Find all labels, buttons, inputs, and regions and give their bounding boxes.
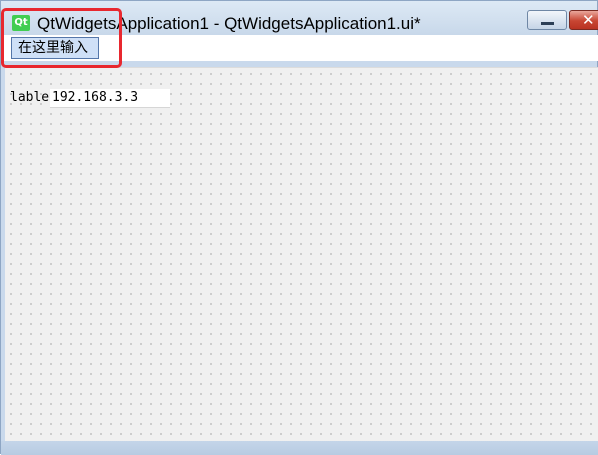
form-canvas[interactable]: lable 192.168.3.3 [5,67,598,441]
ip-address-input[interactable]: 192.168.3.3 [50,89,170,108]
menu-bar: 在这里输入 [2,35,598,61]
minimize-icon [541,22,554,25]
window-title: QtWidgetsApplication1 - QtWidgetsApplica… [37,14,421,33]
minimize-button[interactable] [527,10,567,30]
qt-logo-icon: Qt [12,15,30,31]
close-button[interactable]: ✕ [569,10,598,30]
close-icon: ✕ [582,11,595,29]
menu-item-type-here[interactable]: 在这里输入 [11,37,99,59]
title-bar[interactable]: Qt QtWidgetsApplication1 - QtWidgetsAppl… [1,1,598,35]
window-bottom-border [1,441,598,455]
form-label: lable [10,90,50,105]
app-window: Qt QtWidgetsApplication1 - QtWidgetsAppl… [0,0,598,455]
